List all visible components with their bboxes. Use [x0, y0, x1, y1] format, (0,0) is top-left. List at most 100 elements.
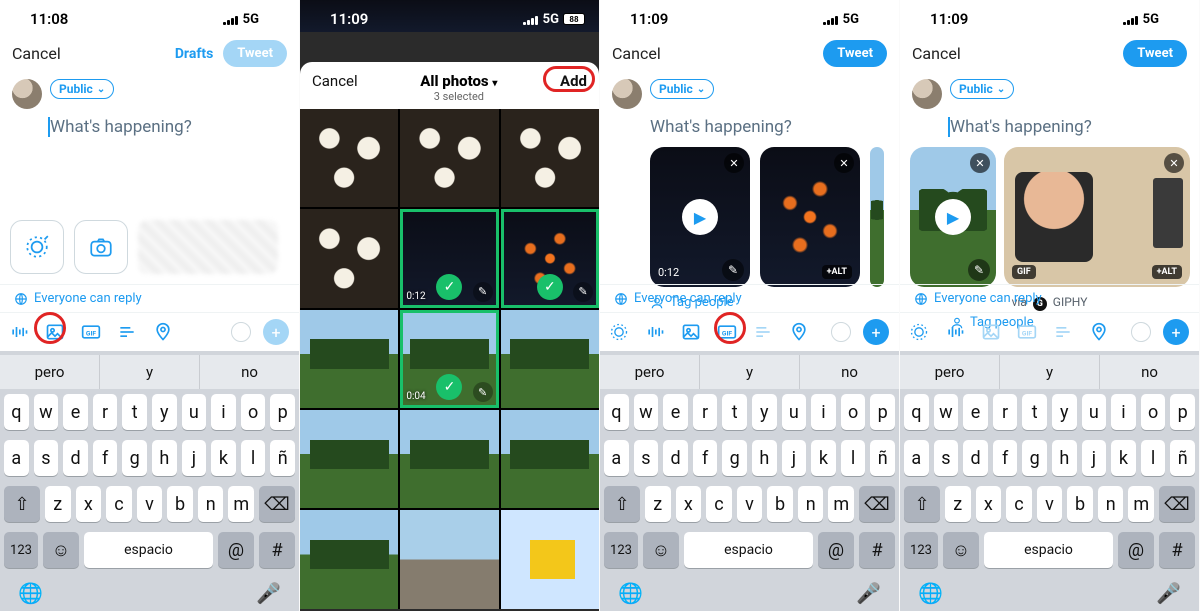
photo-cell[interactable]	[501, 510, 599, 608]
poll-icon	[1052, 321, 1074, 343]
remove-media-icon[interactable]: ✕	[970, 153, 990, 173]
edit-icon[interactable]: ✎	[573, 282, 593, 302]
media-icon[interactable]	[44, 321, 66, 343]
audience-selector[interactable]: Public⌄	[50, 79, 114, 99]
mic-key[interactable]: 🎤	[856, 581, 881, 605]
tweet-button[interactable]: Tweet	[1123, 40, 1187, 67]
photo-cell[interactable]	[501, 410, 599, 508]
camera-button[interactable]	[74, 220, 128, 274]
live-icon[interactable]	[608, 321, 630, 343]
backspace-key[interactable]: ⌫	[859, 486, 895, 522]
numeric-key[interactable]: 123	[4, 532, 38, 568]
photo-cell[interactable]	[300, 410, 398, 508]
location-icon[interactable]	[1088, 321, 1110, 343]
photo-cell[interactable]	[400, 510, 498, 608]
media-card-image[interactable]: ✕ +ALT	[760, 147, 860, 287]
key-q[interactable]: q	[4, 394, 29, 430]
reply-settings[interactable]: Everyone can reply	[34, 291, 142, 306]
photo-cell-selected[interactable]: ✓0:04✎	[400, 310, 498, 408]
picker-title[interactable]: All photos ▾	[358, 72, 560, 90]
globe-key[interactable]: 🌐	[618, 581, 643, 605]
space-key[interactable]: espacio	[84, 532, 213, 568]
add-thread-button[interactable]: +	[263, 319, 289, 345]
poll-icon[interactable]	[116, 321, 138, 343]
mic-key[interactable]: 🎤	[1156, 581, 1181, 605]
photo-cell[interactable]	[400, 109, 498, 207]
live-photo-button[interactable]	[10, 220, 64, 274]
audience-selector[interactable]: Public⌄	[950, 79, 1014, 99]
photo-cell[interactable]	[300, 510, 398, 608]
emoji-key[interactable]: ☺	[943, 532, 979, 568]
suggestion-3[interactable]: no	[200, 355, 299, 389]
photo-cell[interactable]	[501, 109, 599, 207]
avatar[interactable]	[12, 79, 42, 109]
spaces-icon[interactable]	[944, 321, 966, 343]
location-icon[interactable]	[788, 321, 810, 343]
tweet-button[interactable]: Tweet	[823, 40, 887, 67]
remove-media-icon[interactable]: ✕	[1164, 153, 1184, 173]
live-icon[interactable]	[908, 321, 930, 343]
compose-placeholder[interactable]: What's happening?	[600, 109, 899, 137]
cancel-button[interactable]: Cancel	[912, 44, 961, 63]
shift-key[interactable]: ⇧	[4, 486, 40, 522]
spaces-icon[interactable]	[644, 321, 666, 343]
backspace-key[interactable]: ⌫	[1159, 486, 1195, 522]
keyboard[interactable]: pero y no qwertyuiop asdfghjklñ ⇧zxcvbnm…	[900, 351, 1199, 611]
emoji-key[interactable]: ☺	[643, 532, 679, 568]
alt-badge[interactable]: +ALT	[822, 265, 852, 279]
edit-icon[interactable]: ✎	[473, 382, 493, 402]
at-key[interactable]: @	[218, 532, 254, 568]
compose-placeholder[interactable]: What's happening?	[0, 109, 299, 137]
drafts-button[interactable]: Drafts	[175, 46, 213, 62]
play-icon[interactable]: ▶	[682, 199, 718, 235]
suggestion-2[interactable]: y	[100, 355, 200, 389]
edit-icon[interactable]: ✎	[722, 259, 744, 281]
media-card-video[interactable]: ✕ ▶ ✎	[910, 147, 996, 287]
add-thread-button[interactable]: +	[1163, 319, 1189, 345]
media-card-peek[interactable]	[870, 147, 884, 287]
remove-media-icon[interactable]: ✕	[834, 153, 854, 173]
audience-selector[interactable]: Public⌄	[650, 79, 714, 99]
reply-settings[interactable]: Everyone can reply	[934, 291, 1042, 306]
media-card-gif[interactable]: ✕ GIF +ALT	[1004, 147, 1190, 287]
compose-placeholder[interactable]: What's happening?	[900, 109, 1199, 137]
suggestion-1[interactable]: pero	[0, 355, 100, 389]
add-thread-button[interactable]: +	[863, 319, 889, 345]
backspace-key[interactable]: ⌫	[259, 486, 295, 522]
location-icon[interactable]	[152, 321, 174, 343]
reply-settings[interactable]: Everyone can reply	[634, 291, 742, 306]
edit-icon[interactable]: ✎	[968, 259, 990, 281]
tweet-button[interactable]: Tweet	[223, 40, 287, 67]
shift-key[interactable]: ⇧	[604, 486, 640, 522]
photo-cell[interactable]	[300, 109, 398, 207]
hash-key[interactable]: #	[259, 532, 295, 568]
photo-cell[interactable]	[400, 410, 498, 508]
avatar[interactable]	[612, 79, 642, 109]
keyboard[interactable]: pero y no qwertyuiop asdfghjklñ ⇧zxcvbnm…	[600, 351, 899, 611]
media-icon[interactable]	[680, 321, 702, 343]
globe-key[interactable]: 🌐	[918, 581, 943, 605]
media-card-video[interactable]: ✕ ▶ 0:12 ✎	[650, 147, 750, 287]
avatar[interactable]	[912, 79, 942, 109]
cancel-button[interactable]: Cancel	[12, 44, 61, 63]
mic-key[interactable]: 🎤	[256, 581, 281, 605]
photo-cell[interactable]	[501, 310, 599, 408]
gif-icon[interactable]: GIF	[80, 321, 102, 343]
picker-cancel-button[interactable]: Cancel	[312, 72, 358, 90]
keyboard[interactable]: pero y no qwertyuiop asdfghjklñ ⇧ zxcvbn…	[0, 351, 299, 611]
play-icon[interactable]: ▶	[935, 199, 971, 235]
photo-cell[interactable]	[300, 209, 398, 307]
remove-media-icon[interactable]: ✕	[724, 153, 744, 173]
photo-cell-selected[interactable]: ✓✎	[501, 209, 599, 307]
alt-badge[interactable]: +ALT	[1152, 265, 1182, 279]
shift-key[interactable]: ⇧	[904, 486, 940, 522]
spaces-icon[interactable]	[8, 321, 30, 343]
edit-icon[interactable]: ✎	[473, 282, 493, 302]
photo-cell[interactable]	[300, 310, 398, 408]
photo-cell-selected[interactable]: ✓0:12✎	[400, 209, 498, 307]
emoji-key[interactable]: ☺	[43, 532, 79, 568]
recent-photo-thumbnail[interactable]	[138, 220, 278, 274]
gif-icon[interactable]: GIF	[716, 321, 738, 343]
globe-key[interactable]: 🌐	[18, 581, 43, 605]
cancel-button[interactable]: Cancel	[612, 44, 661, 63]
